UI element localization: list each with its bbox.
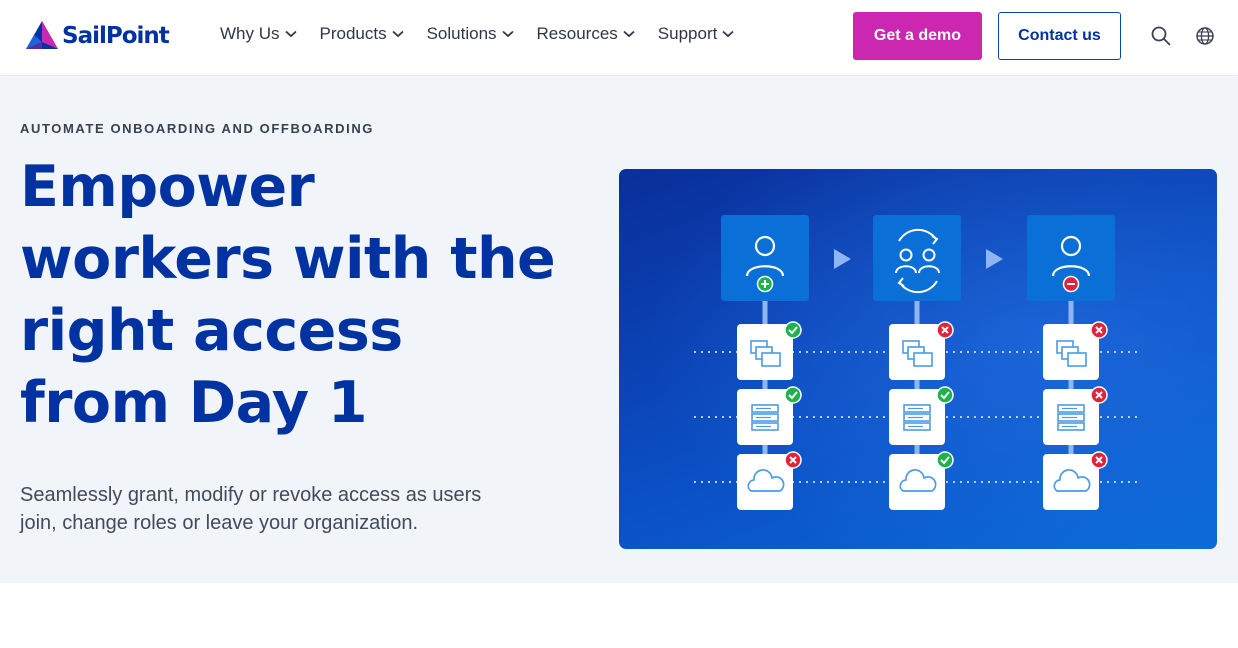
check-badge-icon (936, 386, 954, 404)
chevron-down-icon (623, 30, 635, 38)
resource-grid (737, 321, 1108, 510)
stage-change (873, 215, 961, 301)
nav-item-support[interactable]: Support (658, 24, 735, 44)
resource-card (737, 386, 802, 445)
chevron-down-icon (391, 30, 404, 38)
x-badge-icon (1090, 386, 1108, 404)
remove-badge-icon (1062, 275, 1080, 293)
nav-item-why-us[interactable]: Why Us (220, 24, 297, 44)
hero-subtext: Seamlessly grant, modify or revoke acces… (20, 484, 482, 534)
x-badge-icon (1090, 451, 1108, 469)
resource-card (1043, 451, 1108, 510)
hero-section: AUTOMATE ONBOARDING AND OFFBOARDING Empo… (0, 77, 1238, 583)
hero-eyebrow: AUTOMATE ONBOARDING AND OFFBOARDING (20, 121, 375, 136)
x-badge-icon (784, 451, 802, 469)
x-badge-icon (1090, 321, 1108, 339)
resource-card (889, 321, 954, 380)
contact-us-button[interactable]: Contact us (998, 12, 1121, 60)
chevron-down-icon (722, 30, 734, 38)
server-icon (1057, 404, 1085, 431)
stage-leave (1027, 215, 1115, 301)
access-lifecycle-diagram (619, 169, 1217, 549)
nav-item-label: Support (657, 24, 718, 43)
nav-item-solutions[interactable]: Solutions (427, 24, 514, 44)
check-badge-icon (936, 451, 954, 469)
check-badge-icon (784, 386, 802, 404)
headline-line: right access (20, 298, 403, 364)
globe-icon[interactable] (1194, 25, 1216, 47)
chevron-down-icon (501, 30, 514, 38)
access-lifecycle-illustration (619, 169, 1217, 549)
resource-card (737, 451, 802, 510)
resource-card (889, 386, 954, 445)
hero-headline: Empower workers with the right access fr… (20, 151, 580, 439)
resource-card (1043, 386, 1108, 445)
sailpoint-logo[interactable]: SailPoint (24, 18, 170, 54)
x-badge-icon (936, 321, 954, 339)
headline-line: Empower (20, 154, 315, 220)
nav-item-label: Products (319, 24, 387, 43)
brand-name: SailPoint (62, 23, 170, 49)
headline-line: from Day 1 (20, 370, 368, 436)
main-nav: Why Us Products Solutions Resources Supp… (220, 24, 757, 44)
headline-line: workers with the (20, 226, 556, 292)
resource-card (889, 451, 954, 510)
resource-card (1043, 321, 1108, 380)
server-icon (751, 404, 779, 431)
check-badge-icon (784, 321, 802, 339)
nav-item-resources[interactable]: Resources (537, 24, 635, 44)
get-a-demo-button[interactable]: Get a demo (853, 12, 982, 60)
nav-item-label: Why Us (220, 24, 280, 43)
site-header: SailPoint Why Us Products Solutions Reso… (0, 0, 1238, 76)
search-icon[interactable] (1150, 25, 1172, 47)
add-badge-icon (756, 275, 774, 293)
chevron-down-icon (284, 30, 297, 38)
nav-item-label: Resources (536, 24, 618, 43)
nav-item-products[interactable]: Products (320, 24, 404, 44)
server-icon (903, 404, 931, 431)
resource-card (737, 321, 802, 380)
sailpoint-logo-mark (26, 21, 58, 49)
stage-join (721, 215, 809, 301)
nav-item-label: Solutions (426, 24, 497, 43)
